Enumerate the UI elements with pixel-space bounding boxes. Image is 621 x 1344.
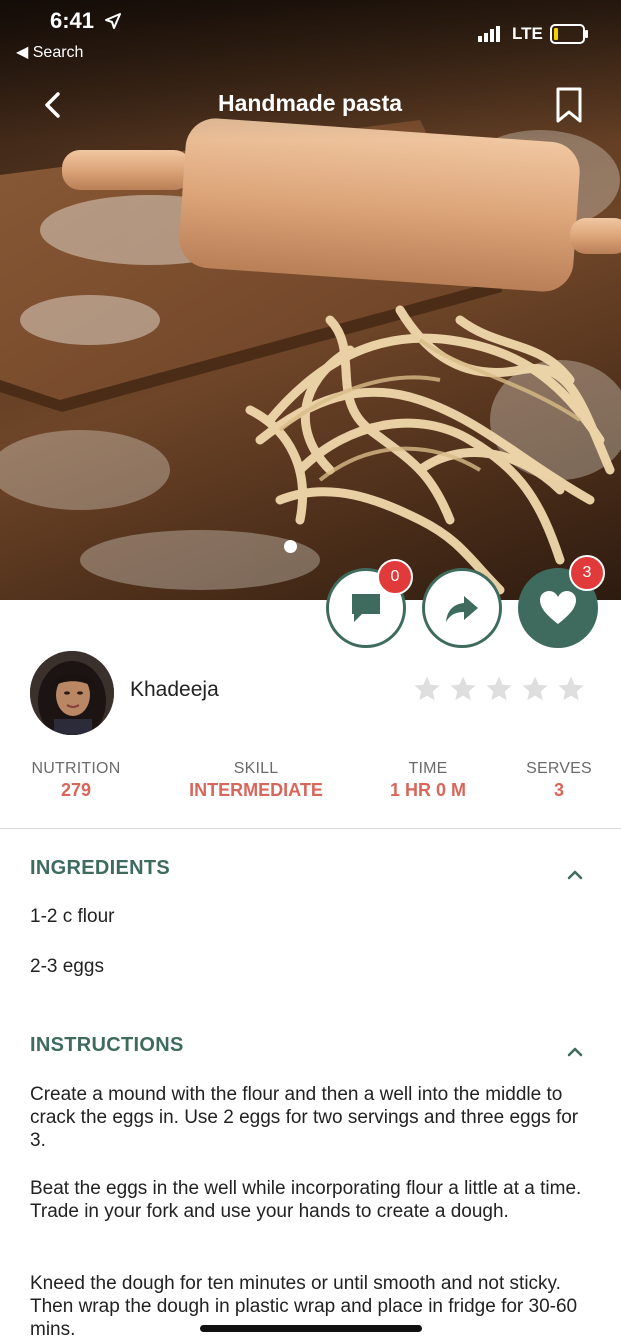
ingredient-item: 1-2 c flour — [30, 906, 115, 927]
chevron-up-icon[interactable] — [566, 868, 584, 880]
chevron-up-icon[interactable] — [566, 1045, 584, 1057]
bookmark-icon[interactable] — [554, 86, 584, 124]
instructions-heading[interactable]: INSTRUCTIONS — [30, 1034, 184, 1057]
carousel-dot[interactable] — [284, 540, 297, 553]
stat-label: SERVES — [526, 760, 592, 777]
page-title: Handmade pasta — [217, 90, 403, 116]
stat-value: 3 — [553, 780, 564, 800]
star-icon[interactable] — [556, 674, 586, 704]
instruction-step: Beat the eggs in the well while incorpor… — [30, 1178, 582, 1222]
stat-serves: SERVES 3 — [520, 760, 598, 801]
star-icon[interactable] — [448, 674, 478, 704]
home-indicator[interactable] — [200, 1325, 422, 1332]
location-arrow-icon — [105, 13, 121, 29]
stat-value: INTERMEDIATE — [189, 780, 323, 800]
heart-icon — [540, 591, 576, 624]
signal-icon — [478, 26, 500, 42]
back-to-search-link[interactable]: ◀ Search — [16, 42, 83, 62]
back-chevron-icon[interactable] — [38, 88, 68, 122]
star-rating[interactable] — [412, 674, 586, 704]
comment-icon — [352, 594, 380, 622]
share-button[interactable] — [422, 568, 502, 648]
instruction-step: Create a mound with the flour and then a… — [30, 1084, 579, 1151]
ingredient-item: 2-3 eggs — [30, 956, 104, 977]
star-icon[interactable] — [484, 674, 514, 704]
likes-count-badge: 3 — [569, 555, 605, 591]
share-arrow-icon — [446, 596, 478, 622]
stat-label: TIME — [408, 760, 448, 777]
stat-label: NUTRITION — [31, 760, 121, 777]
comments-count-badge: 0 — [377, 559, 413, 595]
stat-value: 279 — [60, 780, 92, 800]
stat-value: 1 HR 0 M — [389, 780, 467, 800]
stat-skill: SKILL INTERMEDIATE — [176, 760, 336, 801]
status-time: 6:41 — [50, 8, 95, 33]
stat-nutrition: NUTRITION 279 — [28, 760, 124, 801]
star-icon[interactable] — [412, 674, 442, 704]
stat-time: TIME 1 HR 0 M — [376, 760, 480, 801]
avatar[interactable] — [30, 651, 114, 735]
ingredients-heading[interactable]: INGREDIENTS — [30, 857, 170, 880]
author-name[interactable]: Khadeeja — [130, 678, 219, 702]
network-type: LTE — [512, 24, 543, 43]
author-photo — [30, 651, 114, 735]
stat-label: SKILL — [233, 760, 279, 777]
star-icon[interactable] — [520, 674, 550, 704]
battery-icon — [550, 24, 588, 44]
section-divider — [0, 828, 621, 829]
